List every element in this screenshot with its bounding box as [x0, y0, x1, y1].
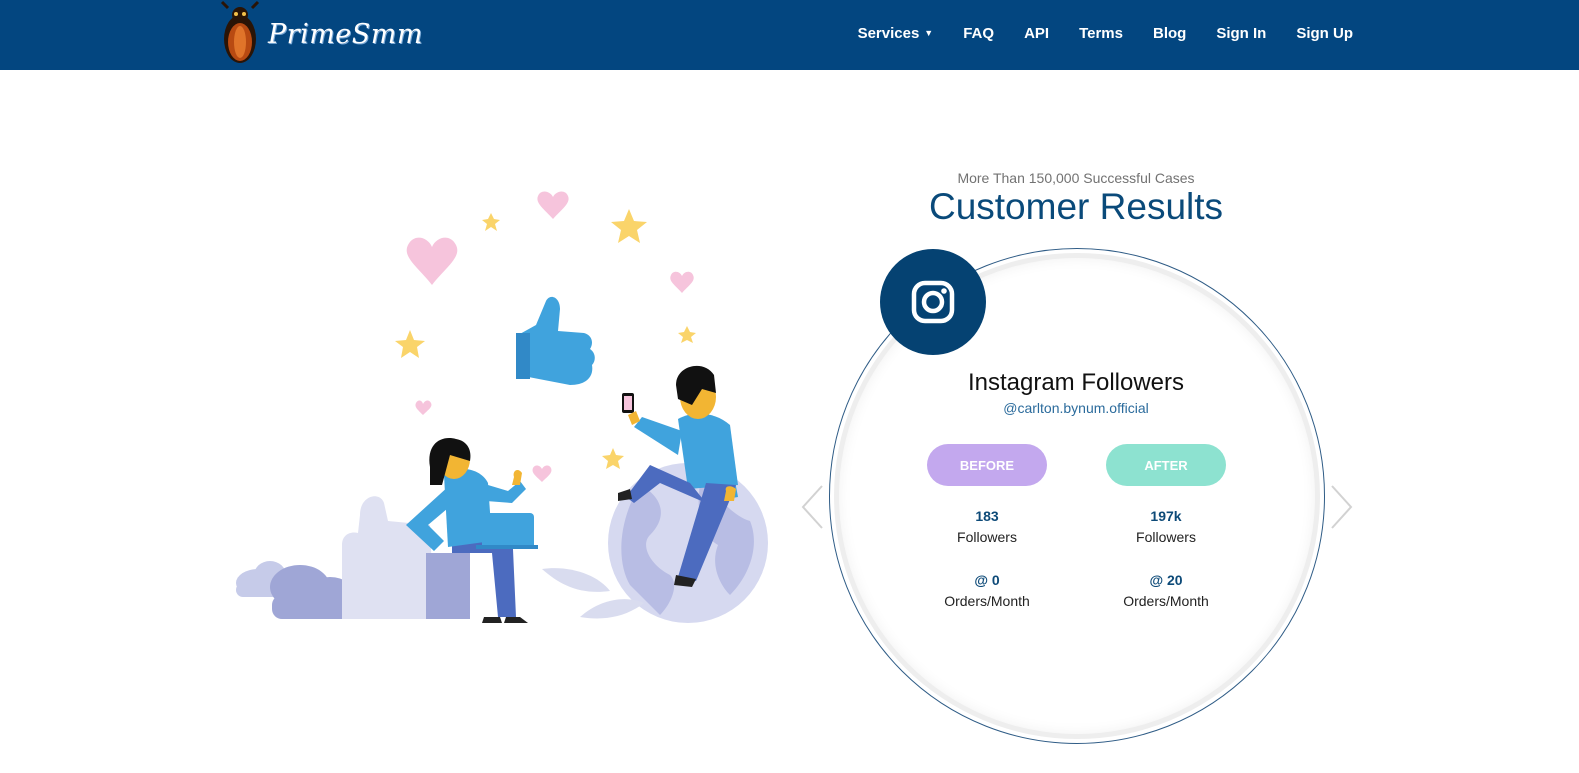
heart-icon	[670, 271, 694, 293]
heart-icon	[537, 191, 569, 219]
nav-faq[interactable]: FAQ	[963, 25, 994, 42]
before-orders-value: @ 0	[974, 572, 1000, 588]
account-handle: @carlton.bynum.official	[1003, 400, 1149, 416]
nav-blog[interactable]: Blog	[1153, 25, 1186, 42]
social-media-illustration	[236, 191, 768, 623]
star-icon	[395, 330, 425, 358]
thumbs-up-icon	[516, 296, 595, 385]
heart-icon	[415, 400, 432, 415]
before-followers-value: 183	[975, 508, 999, 524]
heart-icon	[532, 465, 552, 482]
before-orders-label: Orders/Month	[944, 593, 1030, 609]
before-orders-stat: @ 0 Orders/Month	[907, 572, 1067, 609]
nav-services[interactable]: Services ▼	[858, 25, 934, 42]
main-nav: Services ▼ FAQ API Terms Blog Sign In Sig…	[828, 0, 1353, 66]
after-orders-value: @ 20	[1149, 572, 1183, 588]
after-followers-value: 197k	[1150, 508, 1182, 524]
after-followers-stat: 197k Followers	[1086, 508, 1246, 545]
nav-api[interactable]: API	[1024, 25, 1049, 42]
nav-terms[interactable]: Terms	[1079, 25, 1123, 42]
before-tab[interactable]: BEFORE	[927, 444, 1047, 486]
after-orders-label: Orders/Month	[1123, 593, 1209, 609]
heart-icon	[406, 237, 458, 285]
brand-logo[interactable]: PrimeSmm	[218, 0, 423, 68]
before-followers-label: Followers	[957, 529, 1017, 545]
top-navbar: PrimeSmm Services ▼ FAQ API Terms Blog Si…	[0, 0, 1579, 70]
hero-title: Customer Results	[928, 186, 1224, 227]
nav-services-label: Services	[857, 24, 920, 42]
beetle-logo-icon	[220, 0, 260, 63]
instagram-badge	[880, 249, 986, 355]
after-orders-stat: @ 20 Orders/Month	[1086, 572, 1246, 609]
star-icon	[678, 326, 696, 343]
after-followers-label: Followers	[1136, 529, 1196, 545]
chevron-down-icon: ▼	[924, 28, 934, 38]
prev-arrow-icon[interactable]	[800, 484, 826, 530]
star-icon	[611, 209, 647, 243]
before-followers-stat: 183 Followers	[907, 508, 1067, 545]
nav-sign-in[interactable]: Sign In	[1216, 25, 1266, 42]
brand-name: PrimeSmm	[268, 18, 423, 50]
instagram-icon	[911, 280, 955, 324]
star-icon	[482, 213, 500, 231]
after-tab[interactable]: AFTER	[1106, 444, 1226, 486]
star-icon	[602, 448, 624, 469]
nav-sign-up[interactable]: Sign Up	[1296, 25, 1353, 42]
service-name: Instagram Followers	[967, 369, 1185, 396]
hero-subtitle: More Than 150,000 Successful Cases	[957, 170, 1195, 186]
next-arrow-icon[interactable]	[1328, 484, 1354, 530]
